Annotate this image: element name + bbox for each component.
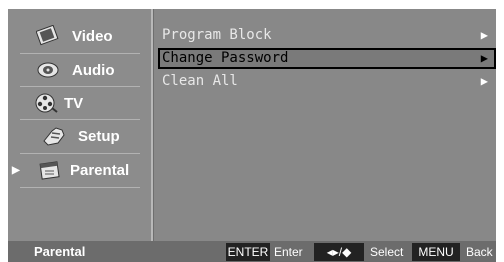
sidebar-item-label: TV	[64, 94, 84, 112]
setup-hand-icon	[42, 125, 66, 147]
menu-key-badge: MENU	[412, 243, 460, 261]
menu-item-change-password[interactable]: Change Password ▶	[158, 48, 496, 69]
menu-item-label: Clean All	[162, 73, 238, 89]
menu-item-program-block[interactable]: Program Block ▶	[158, 25, 496, 46]
sidebar-rule	[20, 187, 140, 188]
sidebar-item-parental[interactable]: ▶ Parental	[8, 154, 151, 186]
menu-item-clean-all[interactable]: Clean All ▶	[158, 71, 496, 92]
footer-title: Parental	[34, 244, 86, 259]
selection-pointer-icon: ▶	[12, 165, 20, 176]
menu-item-label: Change Password	[162, 50, 289, 66]
submenu-arrow-icon: ▶	[480, 74, 488, 88]
sidebar-item-setup[interactable]: Setup	[8, 120, 151, 152]
parental-calendar-icon	[38, 159, 62, 181]
navigate-arrows-icon: ◂▸/◆	[314, 243, 364, 261]
osd-screen: Video Audio TV Setup ▶ Parental Program …	[0, 0, 504, 262]
menu-item-label: Program Block	[162, 27, 272, 43]
select-hint-label: Select	[370, 245, 404, 259]
sidebar-item-tv[interactable]: TV	[8, 87, 151, 119]
sidebar-item-video[interactable]: Video	[8, 20, 151, 52]
enter-hint-label: Enter	[274, 245, 303, 259]
sidebar-item-label: Setup	[78, 127, 120, 145]
back-hint-label: Back	[466, 245, 493, 259]
video-film-icon	[35, 24, 60, 47]
sidebar-item-label: Video	[72, 27, 113, 45]
enter-key-badge: ENTER	[226, 243, 270, 261]
sidebar-item-label: Parental	[70, 161, 130, 179]
tv-reel-icon	[34, 92, 58, 114]
submenu-arrow-icon: ▶	[480, 51, 488, 65]
audio-speaker-icon	[36, 59, 60, 81]
sidebar-item-label: Audio	[72, 61, 115, 79]
submenu-arrow-icon: ▶	[480, 28, 488, 42]
sidebar-item-audio[interactable]: Audio	[8, 54, 151, 86]
sidebar-divider-shadow	[153, 9, 154, 241]
